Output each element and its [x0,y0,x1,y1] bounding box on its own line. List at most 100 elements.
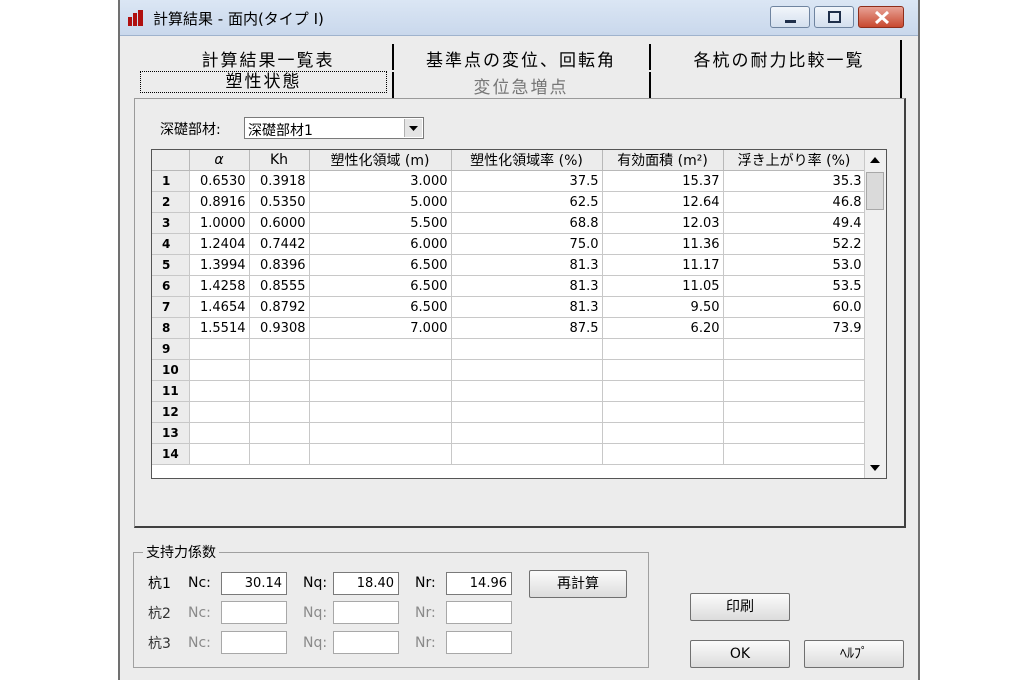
table-cell[interactable]: 0.6000 [249,212,310,234]
table-cell[interactable]: 9.50 [602,296,724,318]
table-cell[interactable]: 5.500 [309,212,452,234]
table-cell[interactable] [723,422,866,444]
table-cell[interactable]: 60.0 [723,296,866,318]
table-cell[interactable] [189,380,250,402]
table-cell[interactable]: 68.8 [451,212,603,234]
table-cell[interactable]: 6.500 [309,296,452,318]
table-cell[interactable]: 81.3 [451,296,603,318]
pile3-nq-field[interactable] [333,631,399,654]
table-cell[interactable] [189,359,250,381]
table-cell[interactable] [602,401,724,423]
table-row[interactable]: 13 [152,422,866,444]
table-cell[interactable] [723,401,866,423]
table-row[interactable]: 4 1.2404 0.7442 6.000 75.0 11.36 52.2 [152,233,866,255]
column-header[interactable]: 浮き上がり率 (%) [723,150,866,171]
table-cell[interactable] [249,443,310,465]
table-cell[interactable] [602,338,724,360]
table-row[interactable]: 3 1.0000 0.6000 5.500 68.8 12.03 49.4 [152,212,866,234]
table-row[interactable]: 5 1.3994 0.8396 6.500 81.3 11.17 53.0 [152,254,866,276]
pile1-nq-field[interactable]: 18.40 [333,572,399,595]
help-button[interactable]: ﾍﾙﾌﾟ [804,640,904,668]
table-row[interactable]: 10 [152,359,866,381]
column-header[interactable]: 塑性化領域 (m) [309,150,452,171]
vertical-scrollbar[interactable] [864,150,886,478]
table-cell[interactable] [189,422,250,444]
maximize-button[interactable] [814,6,854,28]
table-cell[interactable] [309,338,452,360]
table-row[interactable]: 12 [152,401,866,423]
table-cell[interactable]: 1.2404 [189,233,250,255]
table-cell[interactable]: 0.8916 [189,191,250,213]
table-cell[interactable]: 0.8396 [249,254,310,276]
tab-pile-capacity[interactable]: 各杭の耐力比較一覧 [654,46,904,71]
table-cell[interactable] [723,443,866,465]
member-select[interactable]: 深礎部材1 [244,117,424,139]
table-cell[interactable] [249,380,310,402]
table-row[interactable]: 7 1.4654 0.8792 6.500 81.3 9.50 60.0 [152,296,866,318]
table-cell[interactable]: 0.5350 [249,191,310,213]
table-cell[interactable]: 46.8 [723,191,866,213]
pile2-nr-field[interactable] [446,601,512,624]
column-header[interactable]: α [189,150,250,171]
table-cell[interactable]: 81.3 [451,275,603,297]
table-cell[interactable]: 0.8792 [249,296,310,318]
table-cell[interactable]: 52.2 [723,233,866,255]
print-button[interactable]: 印刷 [690,593,790,621]
table-cell[interactable]: 6.500 [309,275,452,297]
column-header[interactable]: 塑性化領域率 (%) [451,150,603,171]
tab-sudden-displacement[interactable]: 変位急増点 [396,73,646,98]
table-cell[interactable]: 0.3918 [249,170,310,192]
table-cell[interactable] [451,359,603,381]
table-cell[interactable]: 1.3994 [189,254,250,276]
table-cell[interactable]: 1.5514 [189,317,250,339]
table-cell[interactable]: 0.7442 [249,233,310,255]
table-cell[interactable]: 53.5 [723,275,866,297]
table-cell[interactable] [723,359,866,381]
table-cell[interactable]: 87.5 [451,317,603,339]
table-row[interactable]: 11 [152,380,866,402]
table-cell[interactable]: 12.64 [602,191,724,213]
table-cell[interactable] [602,443,724,465]
table-cell[interactable] [451,422,603,444]
table-cell[interactable] [451,338,603,360]
minimize-button[interactable] [770,6,810,28]
table-cell[interactable] [189,443,250,465]
table-cell[interactable]: 37.5 [451,170,603,192]
table-cell[interactable]: 1.0000 [189,212,250,234]
pile3-nr-field[interactable] [446,631,512,654]
table-cell[interactable] [723,380,866,402]
tab-plastic-state[interactable]: 塑性状態 [140,71,387,93]
table-cell[interactable]: 75.0 [451,233,603,255]
table-cell[interactable] [309,359,452,381]
table-cell[interactable]: 11.17 [602,254,724,276]
scroll-thumb[interactable] [866,172,884,210]
table-cell[interactable]: 6.20 [602,317,724,339]
table-cell[interactable]: 12.03 [602,212,724,234]
table-cell[interactable] [309,443,452,465]
table-cell[interactable]: 0.8555 [249,275,310,297]
table-cell[interactable]: 5.000 [309,191,452,213]
table-cell[interactable] [189,401,250,423]
table-row[interactable]: 2 0.8916 0.5350 5.000 62.5 12.64 46.8 [152,191,866,213]
close-button[interactable] [858,6,904,28]
tab-reference-displacement[interactable]: 基準点の変位、回転角 [396,46,646,71]
pile1-nc-field[interactable]: 30.14 [221,572,287,595]
table-cell[interactable]: 81.3 [451,254,603,276]
tab-result-list[interactable]: 計算結果一覧表 [148,46,388,71]
table-row[interactable]: 14 [152,443,866,465]
pile1-nr-field[interactable]: 14.96 [446,572,512,595]
table-row[interactable]: 6 1.4258 0.8555 6.500 81.3 11.05 53.5 [152,275,866,297]
table-cell[interactable]: 7.000 [309,317,452,339]
table-cell[interactable]: 73.9 [723,317,866,339]
table-cell[interactable]: 1.4258 [189,275,250,297]
table-cell[interactable] [602,380,724,402]
table-row[interactable]: 8 1.5514 0.9308 7.000 87.5 6.20 73.9 [152,317,866,339]
results-grid[interactable]: α Kh 塑性化領域 (m) 塑性化領域率 (%) 有効面積 (m²) 浮き上が… [151,149,887,479]
table-cell[interactable]: 6.500 [309,254,452,276]
table-cell[interactable] [602,359,724,381]
table-cell[interactable] [451,380,603,402]
table-cell[interactable] [249,338,310,360]
table-cell[interactable] [602,422,724,444]
table-cell[interactable] [189,338,250,360]
table-cell[interactable]: 53.0 [723,254,866,276]
